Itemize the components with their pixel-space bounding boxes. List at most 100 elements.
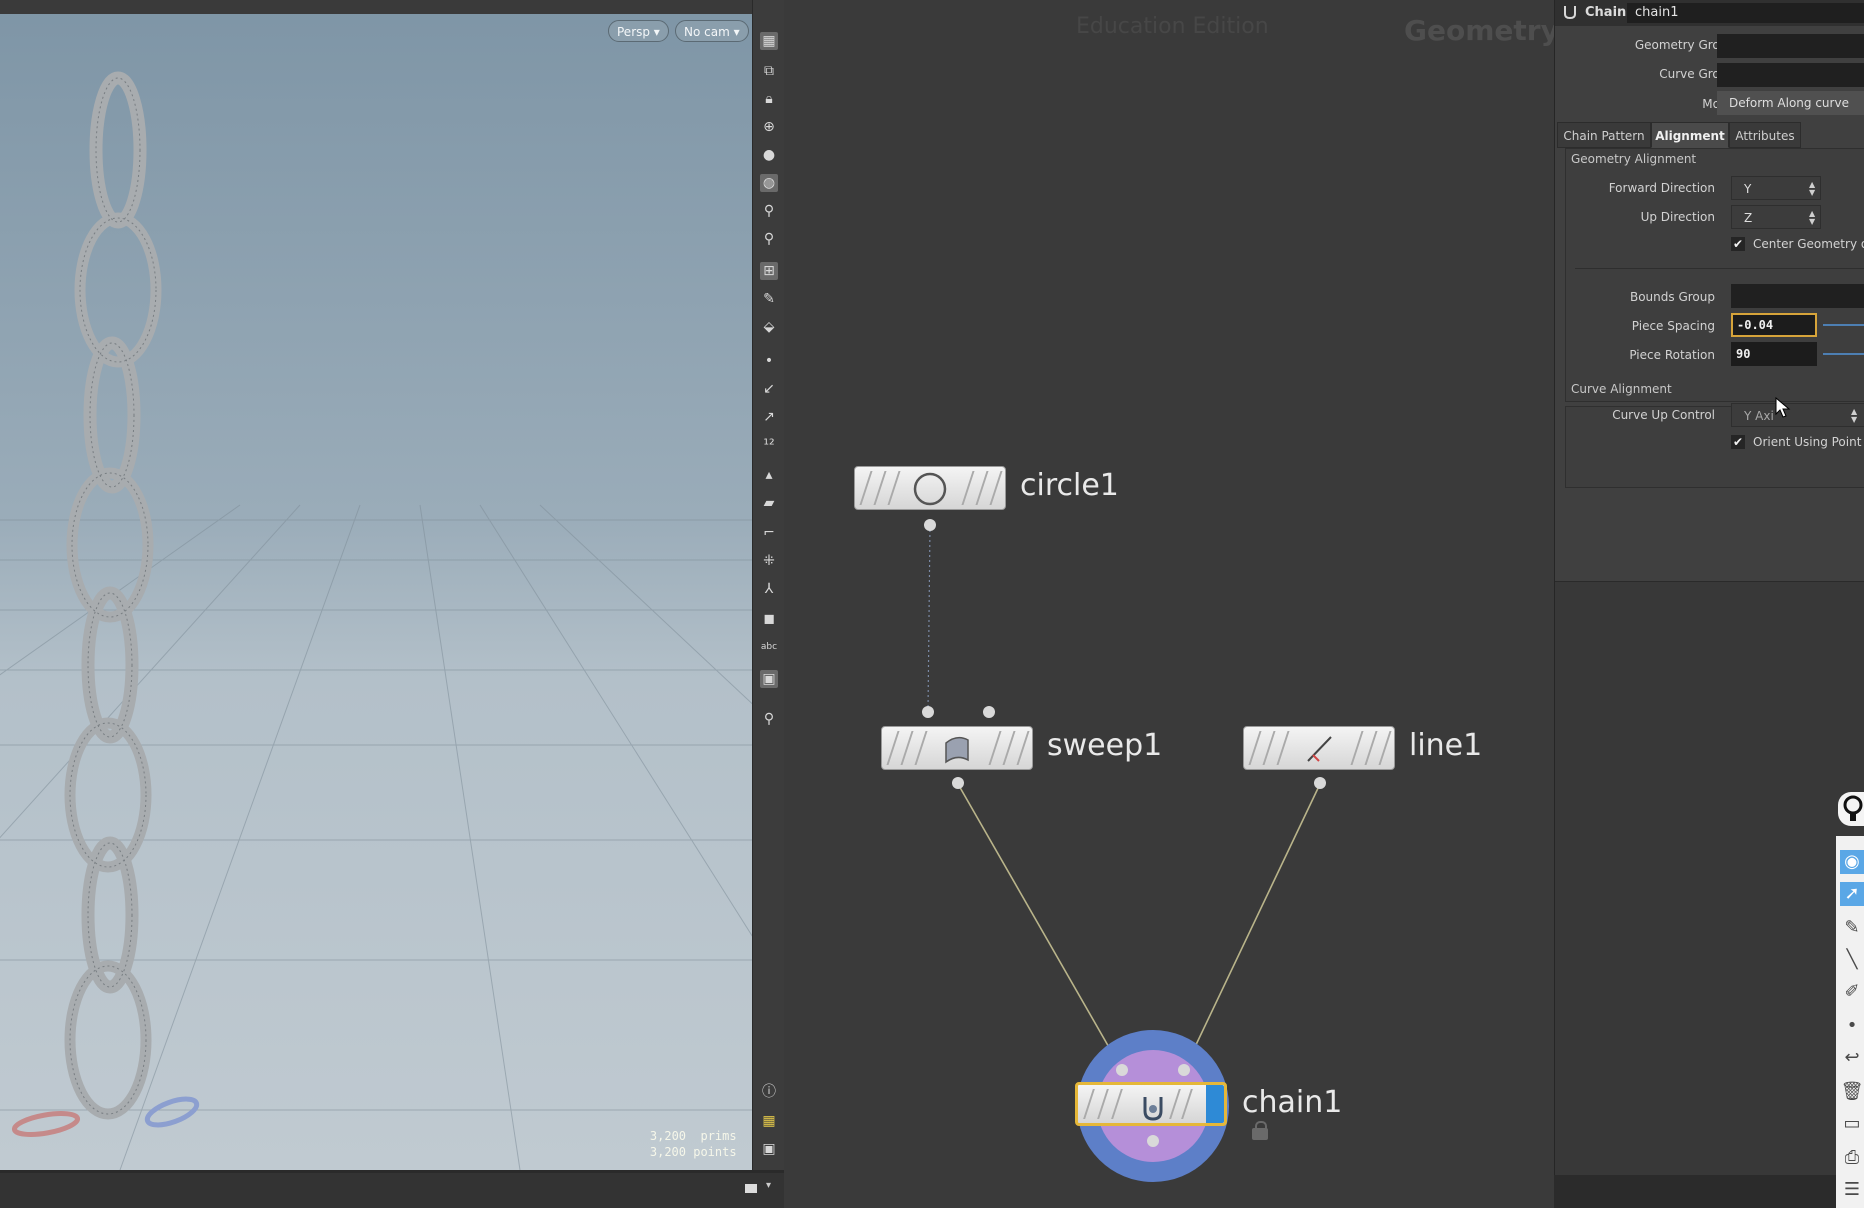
bounds-group-field[interactable] bbox=[1731, 284, 1864, 308]
node-label-line1[interactable]: line1 bbox=[1409, 728, 1482, 763]
pin-icon[interactable]: ⚲ bbox=[760, 710, 778, 728]
text-label-icon[interactable]: abc bbox=[760, 638, 778, 656]
chain1-output[interactable] bbox=[1147, 1135, 1159, 1147]
home-view-icon[interactable]: ▦ bbox=[760, 32, 778, 50]
up-direction-menu[interactable]: Z bbox=[1731, 205, 1821, 229]
piece-rotation-field[interactable]: 90 bbox=[1731, 342, 1817, 366]
wire-circle-to-sweep bbox=[927, 524, 931, 713]
prim-number-icon[interactable]: ▰ bbox=[760, 494, 778, 512]
undo-arrow-icon[interactable]: ↩ bbox=[1840, 1046, 1864, 1070]
point-trails-icon[interactable]: ⁜ bbox=[760, 552, 778, 570]
tab-attributes[interactable]: Attributes bbox=[1729, 122, 1801, 148]
dot-icon[interactable]: • bbox=[1840, 1014, 1864, 1038]
lock-icon[interactable]: 🔒︎ bbox=[760, 90, 778, 108]
template-icon[interactable]: ⊞ bbox=[760, 262, 778, 280]
points-stat: 3,200 points bbox=[649, 1145, 737, 1159]
sweep1-input-1[interactable] bbox=[922, 706, 934, 718]
chevron-updown-icon: ▲ ▼ bbox=[1851, 407, 1858, 424]
snap-icon[interactable]: ⊕ bbox=[760, 118, 778, 136]
node-chain1[interactable] bbox=[1075, 1082, 1227, 1126]
grid-icon[interactable]: ▦ bbox=[760, 1112, 778, 1130]
chain1-input-1[interactable] bbox=[1116, 1064, 1128, 1076]
perspective-menu[interactable]: Persp ▾ bbox=[608, 20, 669, 42]
piece-spacing-label: Piece Spacing bbox=[1631, 319, 1715, 333]
lightbulb-icon[interactable] bbox=[1838, 792, 1864, 826]
circle1-output[interactable] bbox=[924, 519, 936, 531]
brush-tool-icon[interactable]: ✐ bbox=[1840, 980, 1864, 1004]
center-geometry-checkbox[interactable]: ✔ bbox=[1731, 237, 1745, 251]
info-icon[interactable]: ⓘ bbox=[760, 1083, 778, 1101]
display-options-icon[interactable] bbox=[745, 1184, 757, 1193]
point-display-icon[interactable]: • bbox=[760, 352, 778, 370]
geometry-group-field[interactable] bbox=[1717, 34, 1864, 58]
paint-icon[interactable]: ⬙ bbox=[760, 318, 778, 336]
view-eye-icon[interactable]: ◉ bbox=[1840, 850, 1864, 874]
edit-pencil-icon[interactable]: ✎ bbox=[1840, 916, 1864, 940]
vector-display-icon[interactable]: ↗ bbox=[760, 408, 778, 426]
curve-alignment-title: Curve Alignment bbox=[1571, 382, 1672, 396]
branch-icon[interactable]: ⅄ bbox=[760, 580, 778, 598]
bounds-group-label: Bounds Group bbox=[1629, 290, 1715, 304]
piece-rotation-label: Piece Rotation bbox=[1629, 348, 1715, 362]
camera-icon[interactable]: ⎙ bbox=[1840, 1146, 1864, 1170]
select-arrow-icon[interactable]: ➚ bbox=[1840, 882, 1864, 906]
wire-line-to-chain bbox=[1183, 783, 1321, 1071]
piece-rotation-slider[interactable] bbox=[1823, 353, 1864, 355]
curve-group-field[interactable] bbox=[1717, 63, 1864, 87]
node-label-chain1[interactable]: chain1 bbox=[1242, 1085, 1342, 1120]
point-number-icon[interactable]: ¹² bbox=[760, 436, 778, 454]
mode-menu[interactable]: Deform Along curve bbox=[1717, 91, 1864, 115]
node-sweep1[interactable] bbox=[881, 726, 1033, 770]
piece-spacing-field[interactable]: -0.04 bbox=[1731, 313, 1817, 337]
geometry-alignment-title: Geometry Alignment bbox=[1571, 152, 1697, 166]
tab-chain-pattern[interactable]: Chain Pattern bbox=[1557, 122, 1651, 148]
line-icon bbox=[1301, 731, 1337, 767]
orient-using-point-label: Orient Using Point A bbox=[1753, 435, 1864, 449]
center-geometry-label: Center Geometry o bbox=[1753, 237, 1864, 251]
frame-icon[interactable]: ⧉ bbox=[760, 62, 778, 80]
prim-display-icon[interactable]: ▴ bbox=[760, 466, 778, 484]
forward-direction-label: Forward Direction bbox=[1608, 181, 1715, 195]
scene-viewport[interactable]: Persp ▾ No cam ▾ 3,200 prims 3,200 point… bbox=[0, 0, 752, 1170]
node-name-field[interactable]: chain1 bbox=[1627, 3, 1864, 23]
line1-output[interactable] bbox=[1314, 777, 1326, 789]
curve-up-control-menu[interactable]: Y Axi bbox=[1731, 403, 1864, 427]
chevron-updown-icon: ▲ ▼ bbox=[1809, 180, 1816, 197]
normal-display-icon[interactable]: ↙ bbox=[760, 380, 778, 398]
shading-sphere-icon[interactable]: ● bbox=[760, 146, 778, 164]
node-circle1[interactable] bbox=[854, 466, 1006, 510]
node-type-label: Chain bbox=[1585, 5, 1627, 20]
screenshot-icon[interactable]: ▣ bbox=[760, 670, 778, 688]
wireframe-sphere-icon[interactable]: ◍ bbox=[760, 174, 778, 192]
node-label-sweep1[interactable]: sweep1 bbox=[1047, 728, 1162, 763]
bounding-box-icon[interactable]: ◼ bbox=[760, 610, 778, 628]
sweep1-output[interactable] bbox=[952, 777, 964, 789]
light-bulb-icon[interactable]: ⚲ bbox=[760, 202, 778, 220]
brush-icon[interactable]: ✎ bbox=[760, 290, 778, 308]
uv-display-icon[interactable]: ⌐ bbox=[760, 524, 778, 542]
node-label-circle1[interactable]: circle1 bbox=[1020, 468, 1119, 503]
ghost-light-icon[interactable]: ⚲ bbox=[760, 230, 778, 248]
chain1-input-2[interactable] bbox=[1178, 1064, 1190, 1076]
camera-view-icon[interactable]: ▣ bbox=[760, 1140, 778, 1158]
clipboard-icon[interactable]: ☰ bbox=[1840, 1178, 1864, 1202]
node-line1[interactable] bbox=[1243, 726, 1395, 770]
display-flag[interactable] bbox=[1206, 1085, 1224, 1123]
slash-tool-icon[interactable]: ╲ bbox=[1840, 948, 1864, 972]
chain-type-icon bbox=[1563, 4, 1577, 20]
orient-using-point-checkbox[interactable]: ✔ bbox=[1731, 435, 1745, 449]
viewport-bottom-bar: ▾ bbox=[0, 1170, 784, 1208]
divider bbox=[1575, 268, 1864, 269]
chevron-down-icon[interactable]: ▾ bbox=[766, 1180, 771, 1191]
camera-menu[interactable]: No cam ▾ bbox=[675, 20, 749, 42]
piece-spacing-slider[interactable] bbox=[1823, 324, 1864, 326]
tab-alignment[interactable]: Alignment bbox=[1651, 122, 1729, 148]
network-editor[interactable]: Education Edition Geometry circle1 sweep… bbox=[784, 0, 1554, 1208]
trash-icon[interactable]: 🗑︎ bbox=[1840, 1080, 1864, 1104]
monitor-icon[interactable]: ▭ bbox=[1840, 1112, 1864, 1136]
curve-group-label: Curve Group bbox=[1659, 67, 1735, 81]
forward-direction-menu[interactable]: Y bbox=[1731, 176, 1821, 200]
curve-up-control-label: Curve Up Control bbox=[1612, 408, 1715, 422]
sweep1-input-2[interactable] bbox=[983, 706, 995, 718]
chevron-updown-icon: ▲ ▼ bbox=[1809, 209, 1816, 226]
